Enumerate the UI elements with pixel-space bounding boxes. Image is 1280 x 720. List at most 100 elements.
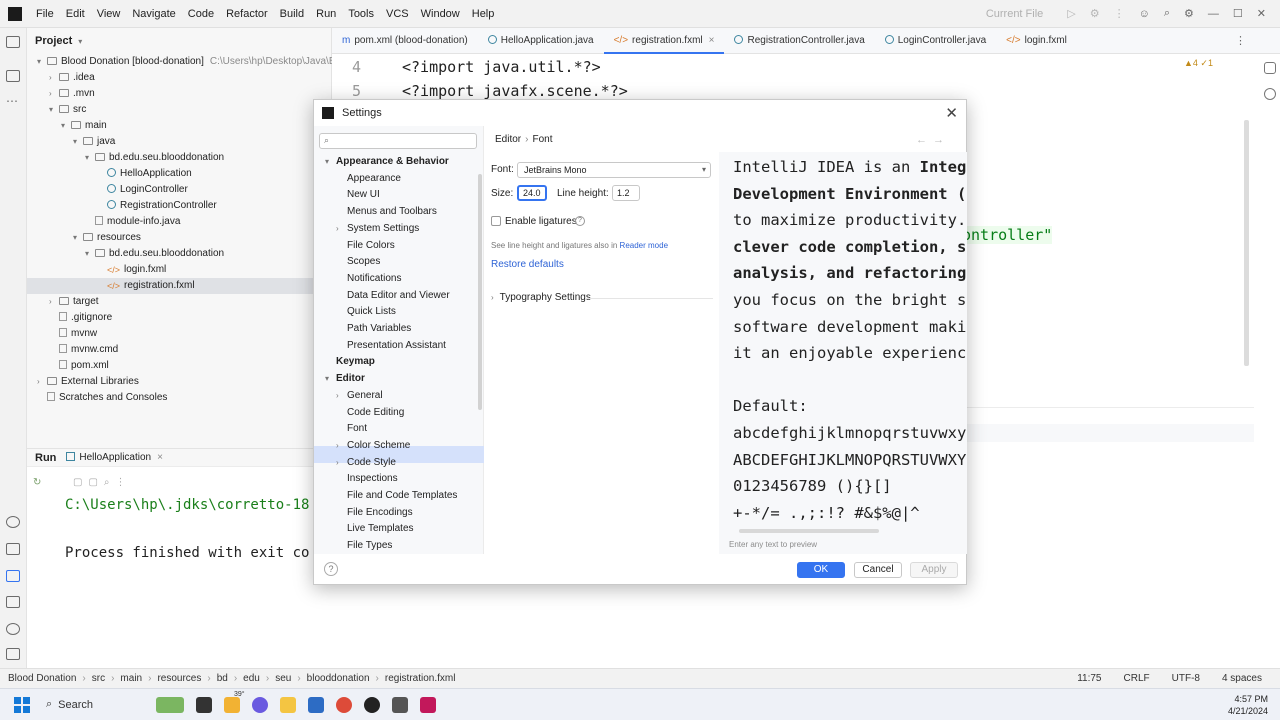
run-icon[interactable]: ▷ (1067, 7, 1075, 20)
weather-icon[interactable]: 39° (224, 691, 245, 713)
menu-item[interactable]: Build (274, 8, 310, 20)
settings-tree-item[interactable]: ▾ Appearance & Behavior (325, 154, 449, 170)
chevron-right-icon[interactable]: › (49, 86, 59, 102)
code-line[interactable]: <?import java.util.*?> (402, 58, 601, 76)
reader-mode-link[interactable]: Reader mode (620, 241, 668, 250)
settings-nav-arrows[interactable]: ←→ (916, 134, 950, 146)
settings-tree-item[interactable]: Quick Lists (347, 304, 396, 320)
settings-tree-item[interactable]: File and Code Templates (347, 488, 457, 504)
chrome-icon[interactable] (336, 696, 352, 713)
file-encoding[interactable]: UTF-8 (1172, 673, 1200, 684)
search-icon[interactable]: ⌕ (1164, 7, 1170, 20)
tree-item[interactable]: › External Libraries (27, 374, 331, 390)
intellij-taskbar-icon[interactable] (420, 696, 436, 713)
breadcrumb-item[interactable]: main (120, 673, 142, 684)
tree-item[interactable]: HelloApplication (27, 166, 331, 182)
ok-button[interactable]: OK (797, 562, 845, 578)
chevron-down-icon[interactable]: ▾ (37, 54, 47, 70)
tree-item[interactable]: › target (27, 294, 331, 310)
editor-tab[interactable]: RegistrationController.java (724, 28, 874, 54)
breadcrumb-item[interactable]: edu (243, 673, 260, 684)
enable-ligatures-checkbox[interactable] (491, 216, 501, 226)
line-separator[interactable]: CRLF (1124, 673, 1150, 684)
chevron-right-icon[interactable]: › (49, 70, 59, 86)
close-icon[interactable]: × (157, 452, 163, 463)
maximize-icon[interactable]: ☐ (1233, 7, 1243, 20)
chevron-down-icon[interactable]: ▾ (73, 230, 83, 246)
chevron-down-icon[interactable]: ▾ (325, 154, 329, 170)
chevron-right-icon[interactable]: › (49, 294, 59, 310)
caret-position[interactable]: 11:75 (1077, 673, 1101, 684)
taskbar-search[interactable]: ⌕ Search (40, 693, 150, 717)
restore-defaults-link[interactable]: Restore defaults (491, 259, 564, 270)
settings-tree-item[interactable]: › General (336, 388, 383, 404)
tree-item[interactable]: ▾ java (27, 134, 331, 150)
more-tabs-icon[interactable]: ⋮ (1235, 34, 1280, 47)
notifications-icon[interactable] (1264, 88, 1276, 100)
breadcrumb-item[interactable]: Blood Donation (8, 673, 76, 684)
tree-item[interactable]: RegistrationController (27, 198, 331, 214)
minimize-icon[interactable]: — (1208, 8, 1219, 20)
editor-scrollbar[interactable] (1244, 120, 1249, 366)
terminal-app-icon[interactable] (392, 696, 408, 713)
editor-tab[interactable]: HelloApplication.java (478, 28, 604, 54)
breadcrumb-item[interactable]: resources (157, 673, 201, 684)
project-panel-header[interactable]: Project ▾ (27, 28, 331, 54)
settings-tree-item[interactable]: › Code Style (336, 455, 396, 471)
inspection-widget[interactable]: ▲4 ✓1 (1184, 58, 1213, 69)
preview-scrollbar[interactable] (739, 529, 879, 533)
editor-tab[interactable]: </> login.fxml (996, 28, 1077, 54)
menu-item[interactable]: Tools (342, 8, 380, 20)
settings-tree-item[interactable]: Data Editor and Viewer (347, 288, 450, 304)
chevron-down-icon[interactable]: ▾ (85, 246, 95, 262)
chat-icon[interactable] (252, 696, 268, 713)
chevron-right-icon[interactable]: › (336, 221, 339, 237)
settings-tree-item[interactable]: Code Editing (347, 405, 404, 421)
chevron-right-icon[interactable]: › (336, 455, 339, 471)
settings-tree-item[interactable]: Keymap (336, 354, 375, 370)
menu-item[interactable]: Run (310, 8, 342, 20)
help-icon[interactable]: ? (575, 216, 585, 226)
run-panel-title[interactable]: Run (35, 452, 56, 464)
menu-item[interactable]: Edit (60, 8, 91, 20)
tree-item[interactable]: mvnw.cmd (27, 342, 331, 358)
font-family-select[interactable]: JetBrains Mono ▾ (517, 162, 711, 178)
close-icon[interactable]: ✕ (945, 104, 958, 122)
settings-tree-item[interactable]: Menus and Toolbars (347, 204, 437, 220)
settings-tree-item[interactable]: Live Templates (347, 521, 414, 537)
editor-tab[interactable]: m pom.xml (blood-donation) (332, 28, 478, 54)
tree-item[interactable]: LoginController (27, 182, 331, 198)
settings-tree-item[interactable]: Appearance (347, 171, 401, 187)
menu-item[interactable]: Help (466, 8, 501, 20)
typography-settings-toggle[interactable]: › Typography Settings (491, 292, 591, 303)
settings-tree-item[interactable]: File Encodings (347, 505, 413, 521)
indent-setting[interactable]: 4 spaces (1222, 673, 1262, 684)
settings-tree-item[interactable]: Path Variables (347, 321, 411, 337)
tree-item[interactable]: mvnw (27, 326, 331, 342)
tree-item[interactable]: ▾ src (27, 102, 331, 118)
ai-assistant-icon[interactable] (1264, 62, 1276, 74)
settings-tree-item[interactable]: ▾ Editor (325, 371, 365, 387)
build-icon[interactable] (6, 543, 20, 555)
chevron-right-icon[interactable]: › (37, 374, 47, 390)
settings-tree-item[interactable]: › System Settings (336, 221, 419, 237)
breadcrumb-item[interactable]: bd (217, 673, 228, 684)
chevron-down-icon[interactable]: ▾ (73, 134, 83, 150)
chevron-right-icon[interactable]: › (336, 388, 339, 404)
run-tool-icon[interactable] (6, 570, 20, 582)
run-config-selector[interactable]: Current File (986, 8, 1043, 20)
settings-tree-item[interactable]: › Color Scheme (336, 438, 410, 454)
settings-icon[interactable]: ⚙ (1184, 7, 1194, 20)
editor-tab[interactable]: LoginController.java (875, 28, 996, 54)
settings-tree-item[interactable]: File Types (347, 538, 392, 554)
code-fragment[interactable]: ontroller" (962, 226, 1053, 244)
tree-item[interactable]: Scratches and Consoles (27, 390, 331, 406)
help-icon[interactable]: ? (324, 562, 338, 576)
menu-item[interactable]: Window (415, 8, 466, 20)
run-config-tab[interactable]: HelloApplication × (66, 452, 163, 463)
menu-item[interactable]: File (30, 8, 60, 20)
breadcrumb-item[interactable]: blooddonation (307, 673, 370, 684)
account-icon[interactable]: ☺ (1139, 8, 1150, 20)
close-icon[interactable]: × (709, 35, 715, 46)
breadcrumb-item[interactable]: src (92, 673, 105, 684)
